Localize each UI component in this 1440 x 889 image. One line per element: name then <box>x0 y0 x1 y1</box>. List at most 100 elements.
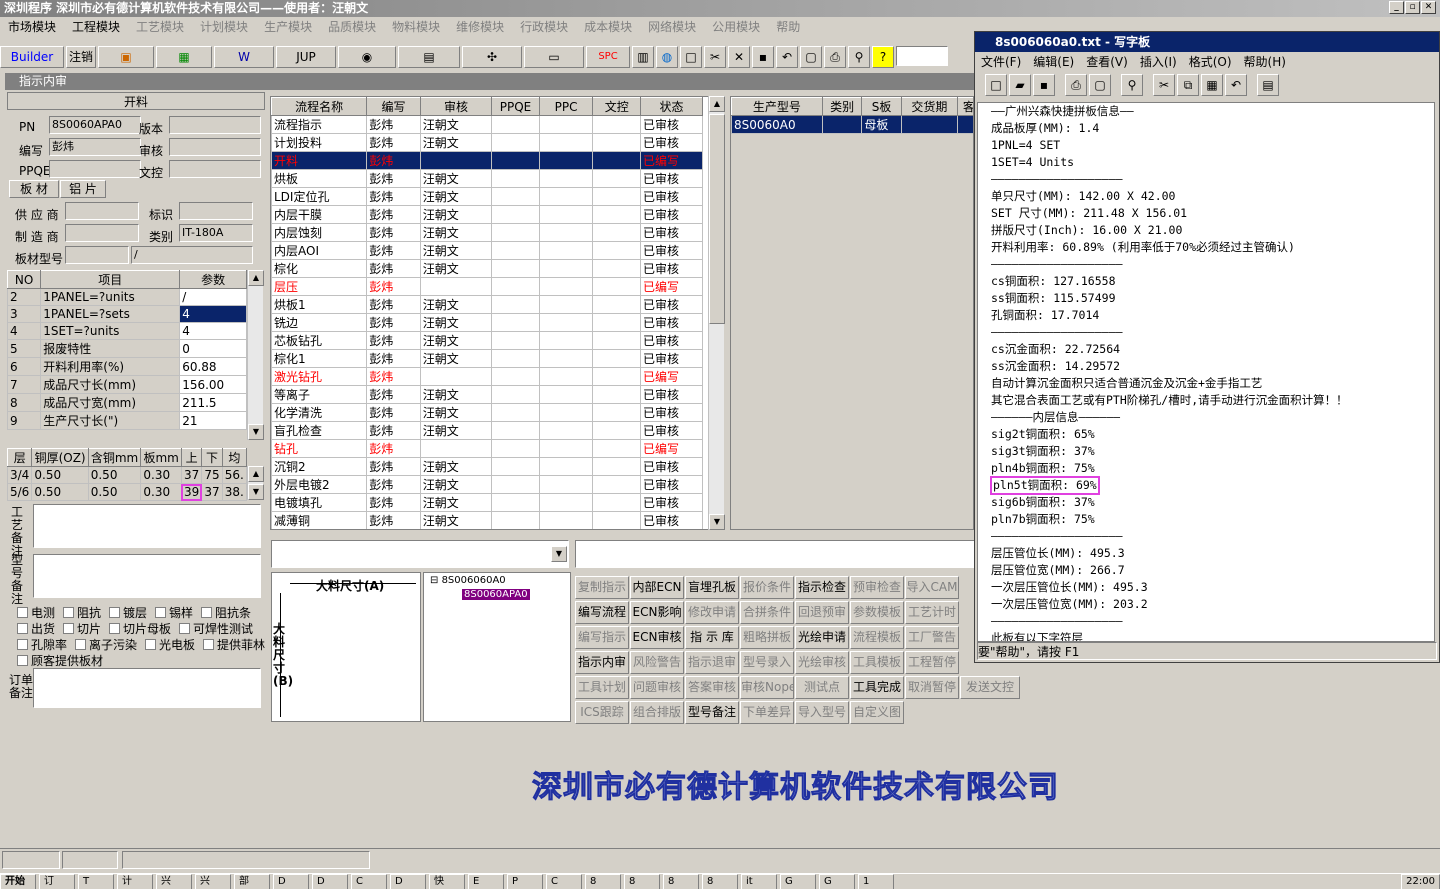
database-icon[interactable]: ▤ <box>398 46 460 68</box>
layers-scrollbar[interactable]: ▲ ▼ <box>247 466 264 500</box>
author-field[interactable]: 彭炜 <box>49 138 141 156</box>
menu-item-0[interactable]: 市场模块 <box>0 17 64 37</box>
notes-field[interactable] <box>575 540 975 568</box>
action-button[interactable]: 指 示 库 <box>685 626 739 649</box>
calc-icon[interactable]: ▥ <box>632 46 654 68</box>
flow-row[interactable]: 棕化 彭炜 汪朝文 已审核 <box>271 259 703 278</box>
tree-root[interactable]: ⊟ 8S006060A0 <box>430 575 506 586</box>
review-field[interactable] <box>169 138 261 156</box>
taskbar-item[interactable]: 计 <box>117 874 153 889</box>
option-checkbox[interactable]: 顾客提供板材 <box>17 652 103 669</box>
action-button[interactable]: 答案审核 <box>685 676 739 699</box>
toolbar-input[interactable] <box>896 46 948 66</box>
action-button[interactable]: 修改申请 <box>685 601 739 624</box>
wenkong-field[interactable] <box>169 160 261 178</box>
flow-row[interactable]: 内层AOI 彭炜 汪朝文 已审核 <box>271 241 703 260</box>
action-button[interactable]: 回退预审 <box>795 601 849 624</box>
action-button[interactable]: 问题审核 <box>630 676 684 699</box>
flow-row[interactable]: 沉铜2 彭炜 汪朝文 已审核 <box>271 457 703 476</box>
action-button[interactable]: 工厂警告 <box>905 626 959 649</box>
action-button[interactable]: 编写流程 <box>575 601 629 624</box>
wordpad-menu-1[interactable]: 编辑(E) <box>1027 52 1080 72</box>
model-field-2[interactable]: / <box>131 246 253 264</box>
tab-aluminum[interactable]: 铝 片 <box>60 180 106 198</box>
action-button[interactable]: 工艺计时 <box>905 601 959 624</box>
network-icon[interactable]: ✣ <box>462 46 522 68</box>
action-button[interactable]: ICS跟踪 <box>575 701 629 724</box>
option-checkbox[interactable]: 镀层 <box>109 604 147 621</box>
excel-icon[interactable]: ▦ <box>156 46 212 68</box>
wordpad-document[interactable]: ——广州兴森快捷拼板信息—— 成品板厚(MM): 1.4 1PNL=4 SET 1SE… <box>977 102 1435 642</box>
flow-row[interactable]: 等离子 彭炜 汪朝文 已审核 <box>271 385 703 404</box>
menu-item-9[interactable]: 成本模块 <box>576 17 640 37</box>
order-note-field[interactable] <box>33 668 261 708</box>
flow-row[interactable]: 激光钻孔 彭炜 已编写 <box>271 367 703 386</box>
params-row[interactable]: 7 成品尺寸长(mm) 156.00 <box>6 375 247 394</box>
option-checkbox[interactable]: 锡样 <box>155 604 193 621</box>
action-button[interactable]: 取消暂停 <box>905 676 959 699</box>
layers-row[interactable]: 5/6 0.50 0.50 0.30 39 37 38. <box>6 483 248 501</box>
copy-icon[interactable]: ⧉ <box>1177 74 1199 96</box>
find-icon[interactable]: ⚲ <box>848 46 870 68</box>
ppt-icon[interactable]: ▣ <box>98 46 154 68</box>
action-button[interactable]: 型号备注 <box>685 701 739 724</box>
action-button[interactable]: 盲埋孔板 <box>685 576 739 599</box>
taskbar-item[interactable]: 8 <box>663 874 699 889</box>
params-row[interactable]: 2 1PANEL=?units / <box>6 288 247 306</box>
close-icon[interactable]: ✕ <box>1421 1 1436 14</box>
save-icon[interactable]: ▪ <box>752 46 774 68</box>
minimize-button[interactable]: _ <box>1389 1 1404 14</box>
action-button[interactable]: 组合排版 <box>630 701 684 724</box>
taskbar-item[interactable]: 8 <box>702 874 738 889</box>
taskbar-item[interactable]: D <box>273 874 309 889</box>
params-row[interactable]: 8 成品尺寸宽(mm) 211.5 <box>6 393 247 412</box>
menu-item-7[interactable]: 维修模块 <box>448 17 512 37</box>
flow-row[interactable]: 钻孔 彭炜 已编写 <box>271 439 703 458</box>
option-checkbox[interactable]: 出货 <box>17 620 55 637</box>
menu-item-1[interactable]: 工程模块 <box>64 17 128 37</box>
flow-row[interactable]: 内层干膜 彭炜 汪朝文 已审核 <box>271 205 703 224</box>
wordpad-menu-4[interactable]: 格式(O) <box>1183 52 1238 72</box>
option-checkbox[interactable]: 电测 <box>17 604 55 621</box>
flow-row[interactable]: 内层蚀刻 彭炜 汪朝文 已审核 <box>271 223 703 242</box>
option-checkbox[interactable]: 光电板 <box>145 636 195 653</box>
taskbar-item[interactable]: G <box>780 874 816 889</box>
flow-row[interactable]: 流程指示 彭炜 汪朝文 已审核 <box>271 115 703 134</box>
undo-icon[interactable]: ↶ <box>776 46 798 68</box>
action-button[interactable]: 测试点 <box>795 676 849 699</box>
print-icon[interactable]: ⎙ <box>1065 74 1087 96</box>
taskbar-item[interactable]: 兴 <box>195 874 231 889</box>
taskbar-item[interactable]: P <box>507 874 543 889</box>
flow-row[interactable]: 棕化1 彭炜 汪朝文 已审核 <box>271 349 703 368</box>
preview-icon[interactable]: ▢ <box>800 46 822 68</box>
action-button[interactable]: 内部ECN <box>630 576 684 599</box>
new-icon[interactable]: □ <box>680 46 702 68</box>
action-button[interactable]: 参数模板 <box>850 601 904 624</box>
action-button[interactable]: 指示内审 <box>575 651 629 674</box>
action-button[interactable]: 指示退审 <box>685 651 739 674</box>
cut-icon[interactable]: ✂ <box>704 46 726 68</box>
flow-row[interactable]: 盲孔检查 彭炜 汪朝文 已审核 <box>271 421 703 440</box>
params-row[interactable]: 3 1PANEL=?sets 4 <box>6 305 247 323</box>
ppqe-field[interactable] <box>49 160 141 178</box>
action-button[interactable]: 导入CAM <box>905 576 959 599</box>
taskbar-item[interactable]: E <box>468 874 504 889</box>
action-button[interactable]: 光绘审核 <box>795 651 849 674</box>
taskbar-item[interactable]: 8 <box>585 874 621 889</box>
menu-item-3[interactable]: 计划模块 <box>192 17 256 37</box>
datetime-icon[interactable]: ▤ <box>1257 74 1279 96</box>
eye-icon[interactable]: ◉ <box>338 46 396 68</box>
flow-row[interactable]: 层压 彭炜 已编写 <box>271 277 703 296</box>
wordpad-menu-3[interactable]: 插入(I) <box>1134 52 1183 72</box>
flow-row[interactable]: 烘板 彭炜 汪朝文 已审核 <box>271 169 703 188</box>
flow-select[interactable]: ▼ <box>271 540 569 568</box>
taskbar-item[interactable]: D <box>312 874 348 889</box>
flow-row[interactable]: 内层干膜2彭炜汪朝文 已审核 <box>272 530 703 531</box>
wordpad-menu-2[interactable]: 查看(V) <box>1080 52 1134 72</box>
action-button[interactable]: 编写指示 <box>575 626 629 649</box>
option-checkbox[interactable]: 切片 <box>63 620 101 637</box>
action-button[interactable]: 风险警告 <box>630 651 684 674</box>
word-icon[interactable]: W <box>214 46 274 68</box>
flow-row[interactable]: 开料 彭炜 已编写 <box>271 151 703 170</box>
menu-item-2[interactable]: 工艺模块 <box>128 17 192 37</box>
